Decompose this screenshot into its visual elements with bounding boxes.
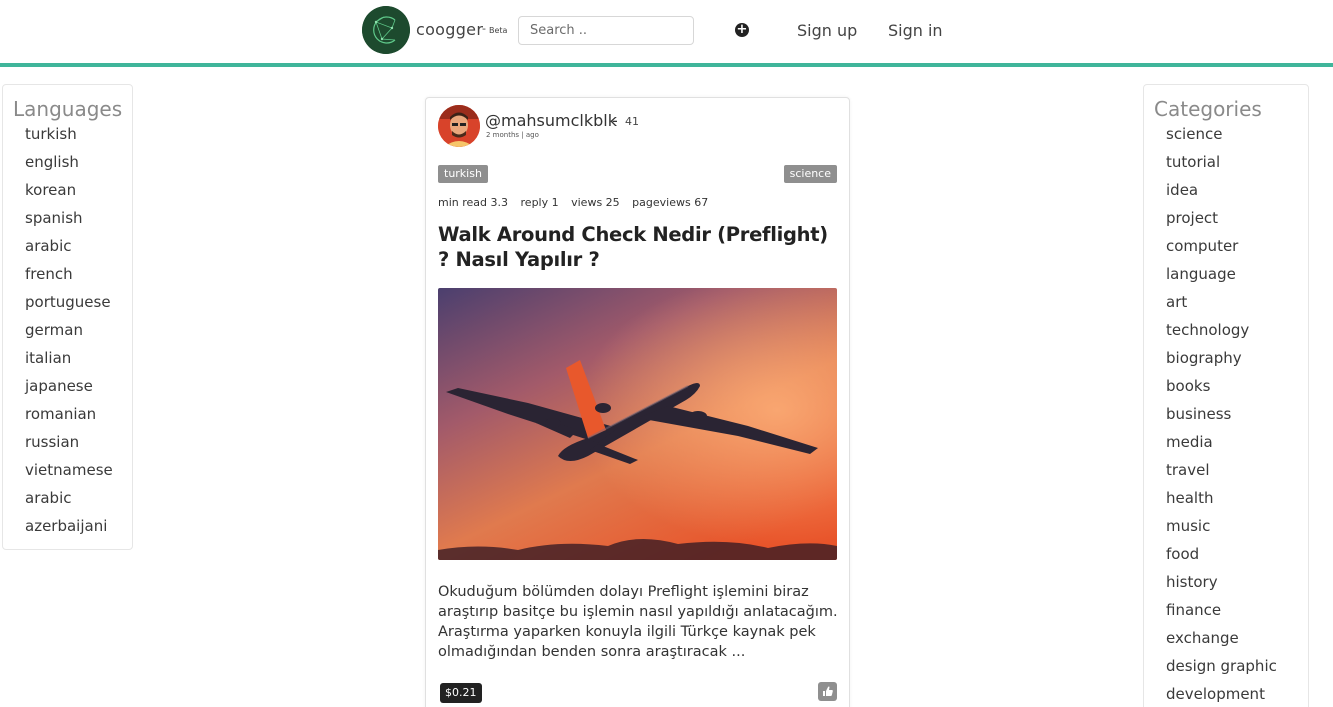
category-tag[interactable]: science [783,165,837,183]
header-accent-line [0,63,1333,67]
brand-name[interactable]: coogger [416,20,483,39]
language-item[interactable]: azerbaijani [25,517,113,545]
category-item[interactable]: food [1166,545,1277,573]
languages-list: turkish english korean spanish arabic fr… [25,125,113,545]
plus-circle-icon[interactable]: + [735,23,749,37]
views-stat: views 25 [571,196,620,209]
post-stats: min read 3.3 reply 1 views 25 pageviews … [438,196,717,209]
language-item[interactable]: korean [25,181,113,209]
language-item[interactable]: english [25,153,113,181]
category-item[interactable]: science [1166,125,1277,153]
pageviews-stat: pageviews 67 [632,196,709,209]
language-item[interactable]: french [25,265,113,293]
category-item[interactable]: biography [1166,349,1277,377]
language-item[interactable]: spanish [25,209,113,237]
category-item[interactable]: design graphic [1166,657,1277,685]
search-input[interactable] [518,16,694,45]
languages-panel: Languages turkish english korean spanish… [2,84,133,550]
category-item[interactable]: business [1166,405,1277,433]
post-card: @mahsumclkblk - 41 2 months | ago turkis… [425,97,850,707]
language-item[interactable]: romanian [25,405,113,433]
categories-title: Categories [1154,97,1262,121]
category-item[interactable]: travel [1166,461,1277,489]
language-item[interactable]: italian [25,349,113,377]
language-item[interactable]: turkish [25,125,113,153]
signup-link[interactable]: Sign up [797,21,857,40]
category-item[interactable]: books [1166,377,1277,405]
author-reputation: 41 [625,115,639,128]
category-item[interactable]: exchange [1166,629,1277,657]
category-item[interactable]: tutorial [1166,153,1277,181]
brand-dash: - [482,22,486,35]
language-tag[interactable]: turkish [438,165,488,183]
categories-panel: Categories science tutorial idea project… [1143,84,1309,707]
category-item[interactable]: idea [1166,181,1277,209]
beta-badge: Beta [489,26,508,35]
category-item[interactable]: art [1166,293,1277,321]
language-item[interactable]: portuguese [25,293,113,321]
post-time: 2 months | ago [486,131,539,139]
languages-title: Languages [13,97,123,121]
category-item[interactable]: computer [1166,237,1277,265]
language-item[interactable]: vietnamese [25,461,113,489]
language-item[interactable]: german [25,321,113,349]
category-item[interactable]: language [1166,265,1277,293]
post-image-airplane[interactable] [438,288,837,560]
language-item[interactable]: arabic [25,489,113,517]
coogger-logo[interactable] [362,6,410,54]
min-read-stat: min read 3.3 [438,196,509,209]
user-avatar[interactable] [438,105,480,147]
language-item[interactable]: japanese [25,377,113,405]
category-item[interactable]: development [1166,685,1277,707]
post-excerpt: Okuduğum bölümden dolayı Preflight işlem… [438,584,838,660]
category-item[interactable]: health [1166,489,1277,517]
categories-list: science tutorial idea project computer l… [1166,125,1277,707]
thumbs-up-icon[interactable] [818,682,837,701]
language-item[interactable]: arabic [25,237,113,265]
reply-stat: reply 1 [520,196,559,209]
payout-badge: $0.21 [440,683,482,703]
post-title[interactable]: Walk Around Check Nedir (Preflight) ? Na… [438,222,840,272]
category-item[interactable]: media [1166,433,1277,461]
post-author[interactable]: @mahsumclkblk [485,111,617,130]
author-dash: - [612,111,618,130]
top-navbar: coogger - Beta + Sign up Sign in [0,0,1333,63]
category-item[interactable]: project [1166,209,1277,237]
language-item[interactable]: russian [25,433,113,461]
category-item[interactable]: technology [1166,321,1277,349]
signin-link[interactable]: Sign in [888,21,943,40]
category-item[interactable]: history [1166,573,1277,601]
category-item[interactable]: finance [1166,601,1277,629]
category-item[interactable]: music [1166,517,1277,545]
